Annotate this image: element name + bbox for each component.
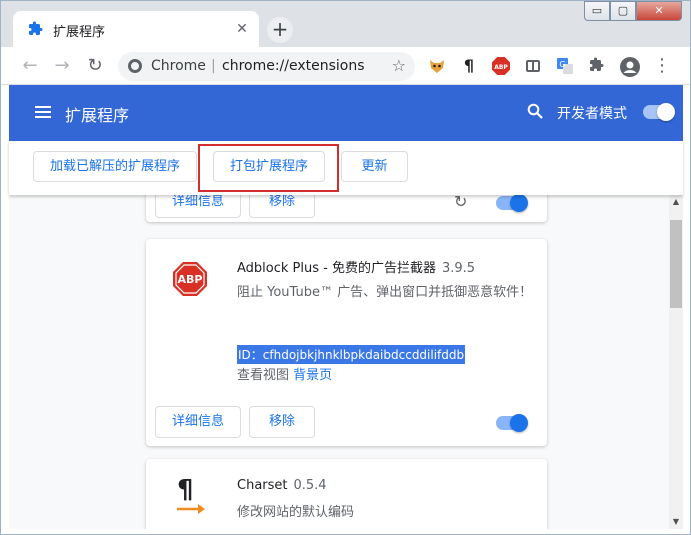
extensions-header: 扩展程序 开发者模式 bbox=[9, 85, 683, 141]
extension-enable-toggle[interactable] bbox=[496, 195, 528, 212]
reload-icon[interactable]: ↻ bbox=[454, 195, 467, 211]
abp-logo-icon: ABP bbox=[173, 262, 207, 296]
profile-avatar-icon[interactable] bbox=[620, 57, 640, 77]
tab-close-icon[interactable]: ✕ bbox=[233, 20, 251, 38]
url-text[interactable]: chrome://extensions bbox=[222, 58, 365, 74]
details-button[interactable]: 详细信息 bbox=[155, 195, 241, 218]
extension-card: 详细信息 移除 ↻ bbox=[146, 195, 547, 222]
tab-extensions[interactable]: 扩展程序 ✕ bbox=[13, 11, 259, 47]
extension-charset-icon[interactable]: ¶ bbox=[460, 57, 478, 75]
tab-title: 扩展程序 bbox=[53, 25, 106, 40]
extension-reader-icon[interactable] bbox=[524, 57, 542, 75]
browser-toolbar: ← → ↻ Chrome | chrome://extensions ☆ ¶ A… bbox=[1, 47, 690, 85]
extension-card-charset: ¶ Charset 0.5.4 修改网站的默认编码 bbox=[146, 459, 547, 529]
background-page-link[interactable]: 背景页 bbox=[293, 368, 332, 383]
search-icon[interactable] bbox=[527, 103, 543, 119]
back-button[interactable]: ← bbox=[19, 55, 41, 77]
charset-logo-icon: ¶ bbox=[176, 475, 206, 515]
extension-abp-icon[interactable]: ABP bbox=[492, 57, 510, 75]
url-scheme-label: Chrome bbox=[151, 58, 206, 74]
extensions-list: 详细信息 移除 ↻ ABP Adblock Plus - 免费的广告拦截器 3.9… bbox=[9, 195, 669, 529]
developer-actions-bar: 加载已解压的扩展程序 打包扩展程序 更新 bbox=[9, 141, 683, 195]
minimize-icon: ▭ bbox=[591, 4, 603, 17]
extension-translate-icon[interactable]: G bbox=[556, 57, 574, 75]
extension-version: 0.5.4 bbox=[293, 478, 327, 493]
extension-version: 3.9.5 bbox=[441, 261, 476, 276]
toggle-knob bbox=[510, 195, 528, 212]
maximize-icon: ▢ bbox=[617, 4, 629, 17]
extension-description: 修改网站的默认编码 bbox=[237, 505, 355, 520]
inspect-views: 查看视图 背景页 bbox=[237, 364, 332, 383]
new-tab-button[interactable]: + bbox=[267, 17, 293, 43]
extension-name-text: Charset bbox=[237, 478, 288, 493]
extension-description: 阻止 YouTube™ 广告、弹出窗口并抵御恶意软件！ bbox=[237, 285, 533, 300]
window-close-button[interactable]: ✕ bbox=[636, 1, 682, 21]
close-icon: ✕ bbox=[654, 4, 664, 17]
extension-id[interactable]: ID：cfhdojbkjhnklbpkdaibdccddilifddb bbox=[237, 345, 466, 364]
load-unpacked-button[interactable]: 加载已解压的扩展程序 bbox=[33, 151, 197, 182]
abp-logo-text: ABP bbox=[178, 273, 203, 286]
forward-button[interactable]: → bbox=[51, 55, 73, 77]
details-button[interactable]: 详细信息 bbox=[155, 406, 241, 438]
svg-text:G: G bbox=[559, 60, 565, 69]
hamburger-menu-icon[interactable] bbox=[35, 106, 51, 118]
vertical-scrollbar[interactable]: ▲ ▼ bbox=[669, 195, 683, 529]
toggle-knob bbox=[510, 414, 528, 432]
extension-name: Charset 0.5.4 bbox=[237, 478, 327, 493]
remove-button[interactable]: 移除 bbox=[249, 195, 315, 218]
extension-enable-toggle[interactable] bbox=[496, 414, 528, 432]
svg-text:ABP: ABP bbox=[494, 64, 508, 71]
inspect-views-label: 查看视图 bbox=[237, 368, 290, 383]
puzzle-icon bbox=[29, 21, 43, 35]
bookmark-star-icon[interactable]: ☆ bbox=[392, 56, 406, 75]
highlight-box bbox=[198, 144, 339, 192]
pilcrow-glyph: ¶ bbox=[177, 475, 194, 505]
toggle-knob bbox=[657, 103, 675, 121]
page-title: 扩展程序 bbox=[65, 106, 130, 125]
minimize-button[interactable]: ▭ bbox=[584, 1, 610, 21]
tab-strip: 扩展程序 ✕ + ▭ ▢ ✕ bbox=[1, 1, 690, 47]
update-button[interactable]: 更新 bbox=[341, 151, 408, 182]
developer-mode-label: 开发者模式 bbox=[557, 106, 627, 122]
extension-fox-icon[interactable] bbox=[428, 57, 446, 75]
extension-name-text: Adblock Plus - 免费的广告拦截器 bbox=[237, 261, 436, 276]
chrome-menu-icon[interactable]: ⋮ bbox=[653, 57, 671, 75]
address-bar[interactable]: Chrome | chrome://extensions ☆ bbox=[118, 52, 415, 81]
scroll-up-arrow-icon[interactable]: ▲ bbox=[669, 195, 683, 209]
maximize-button[interactable]: ▢ bbox=[610, 1, 636, 21]
extensions-menu-puzzle-icon[interactable] bbox=[588, 57, 606, 75]
url-separator: | bbox=[211, 58, 216, 74]
extension-card-adblock-plus: ABP Adblock Plus - 免费的广告拦截器 3.9.5 阻止 YouT… bbox=[146, 239, 547, 446]
remove-button[interactable]: 移除 bbox=[249, 406, 315, 438]
extension-name: Adblock Plus - 免费的广告拦截器 3.9.5 bbox=[237, 257, 475, 276]
developer-mode-toggle[interactable] bbox=[643, 103, 675, 121]
chrome-icon bbox=[128, 59, 142, 73]
reload-button[interactable]: ↻ bbox=[84, 55, 106, 77]
scroll-thumb[interactable] bbox=[670, 220, 682, 308]
scroll-down-arrow-icon[interactable]: ▼ bbox=[669, 515, 683, 529]
browser-window: 扩展程序 ✕ + ▭ ▢ ✕ ← → ↻ Chrome | chrome://e… bbox=[0, 0, 691, 535]
